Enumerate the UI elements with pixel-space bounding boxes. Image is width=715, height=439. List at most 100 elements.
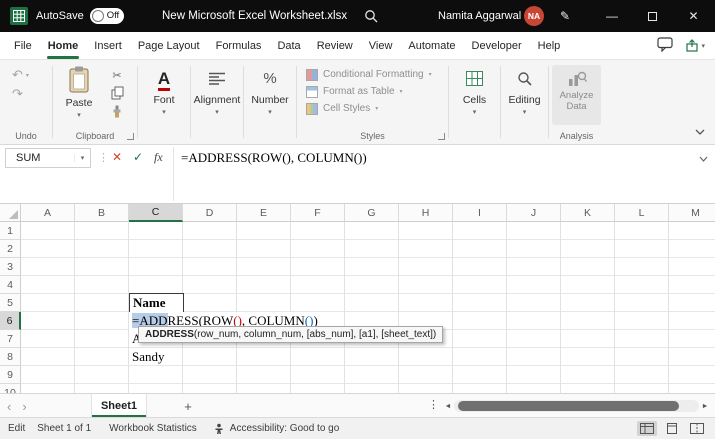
cancel-button[interactable]: ✕ — [112, 150, 122, 164]
analyze-data-button[interactable]: Analyze Data — [552, 65, 601, 125]
tab-data[interactable]: Data — [269, 32, 308, 59]
minimize-button[interactable]: — — [592, 0, 632, 32]
column-header-i[interactable]: I — [453, 204, 507, 222]
formula-input[interactable]: =ADDRESS(ROW(), COLUMN()) — [181, 150, 693, 166]
share-button[interactable]: ▾ — [685, 39, 705, 52]
clipboard-dialog-launcher[interactable] — [127, 133, 134, 140]
sheet-count-label: Sheet 1 of 1 — [37, 423, 91, 434]
autosave-toggle[interactable]: Off — [90, 8, 124, 24]
avatar[interactable]: NA — [524, 0, 544, 32]
row-header-9[interactable]: 9 — [0, 366, 21, 384]
font-icon: A — [158, 69, 170, 89]
copy-button[interactable] — [107, 85, 127, 101]
row-header-2[interactable]: 2 — [0, 240, 21, 258]
scrollbar-thumb[interactable] — [458, 401, 679, 411]
tab-developer[interactable]: Developer — [464, 32, 530, 59]
row-header-8[interactable]: 8 — [0, 348, 21, 366]
row-header-10[interactable]: 10 — [0, 384, 21, 393]
workbook-statistics-button[interactable]: Workbook Statistics — [109, 423, 197, 434]
page-layout-view-button[interactable] — [662, 421, 682, 436]
styles-item-format-as-table[interactable]: Format as Table▾ — [306, 84, 403, 99]
scroll-right-arrow[interactable]: ► — [699, 403, 711, 410]
font-button[interactable]: A Font ▾ — [138, 65, 190, 116]
add-sheet-button[interactable]: + — [180, 398, 196, 414]
enter-button[interactable]: ✓ — [133, 150, 143, 164]
maximize-button[interactable] — [632, 0, 672, 32]
row-header-3[interactable]: 3 — [0, 258, 21, 276]
sheet-tab-sheet1[interactable]: Sheet1 — [91, 394, 147, 417]
row-header-5[interactable]: 5 — [0, 294, 21, 312]
normal-view-button[interactable] — [637, 421, 657, 436]
cell-c5[interactable]: Name — [129, 293, 184, 313]
styles-item-conditional-formatting[interactable]: Conditional Formatting▾ — [306, 67, 432, 82]
row-header-1[interactable]: 1 — [0, 222, 21, 240]
paste-button[interactable]: Paste ▾ — [57, 64, 101, 136]
styles-item-cell-styles[interactable]: Cell Styles▾ — [306, 101, 378, 116]
cell-mode-indicator: Edit — [8, 423, 25, 434]
tab-insert[interactable]: Insert — [86, 32, 130, 59]
alignment-button[interactable]: Alignment ▾ — [191, 65, 243, 116]
editing-button[interactable]: Editing ▾ — [501, 65, 548, 116]
column-header-k[interactable]: K — [561, 204, 615, 222]
collapse-ribbon-button[interactable] — [695, 126, 705, 138]
styles-dialog-launcher[interactable] — [438, 133, 445, 140]
cells-button[interactable]: Cells ▾ — [449, 65, 500, 116]
document-title[interactable]: New Microsoft Excel Worksheet.xlsx — [162, 0, 347, 32]
previous-sheet-button[interactable]: ‹ — [7, 399, 11, 414]
column-header-l[interactable]: L — [615, 204, 669, 222]
share-icon — [685, 39, 699, 52]
column-header-c[interactable]: C — [129, 204, 183, 222]
scroll-left-arrow[interactable]: ◄ — [442, 403, 454, 410]
formula-bar: SUM ▾ ⋮ ✕ ✓ fx =ADDRESS(ROW(), COLUMN()) — [0, 145, 715, 204]
cell-c8[interactable]: Sandy — [132, 348, 165, 366]
select-all-button[interactable] — [0, 204, 21, 222]
pen-icon[interactable]: ✎ — [560, 0, 570, 32]
tab-review[interactable]: Review — [309, 32, 361, 59]
insert-function-button[interactable]: fx — [154, 150, 163, 165]
more-options-icon[interactable]: ⋮ — [428, 398, 439, 411]
column-header-h[interactable]: H — [399, 204, 453, 222]
tab-file[interactable]: File — [6, 32, 40, 59]
page-break-preview-button[interactable] — [687, 421, 707, 436]
tab-home[interactable]: Home — [40, 32, 87, 59]
scissors-icon: ✂ — [112, 69, 121, 82]
scrollbar-track[interactable] — [454, 400, 699, 412]
tab-page-layout[interactable]: Page Layout — [130, 32, 208, 59]
column-header-d[interactable]: D — [183, 204, 237, 222]
row-header-6[interactable]: 6 — [0, 312, 21, 330]
row-header-4[interactable]: 4 — [0, 276, 21, 294]
column-header-g[interactable]: G — [345, 204, 399, 222]
column-header-e[interactable]: E — [237, 204, 291, 222]
user-name[interactable]: Namita Aggarwal — [438, 0, 521, 32]
format-painter-button[interactable] — [107, 103, 127, 119]
number-button[interactable]: % Number ▾ — [244, 65, 296, 116]
accessibility-status-label[interactable]: Accessibility: Good to go — [230, 423, 340, 434]
undo-button[interactable]: ↶ ▾ — [12, 67, 29, 83]
tab-help[interactable]: Help — [530, 32, 569, 59]
autosave-control[interactable]: AutoSave Off — [36, 0, 124, 32]
redo-button[interactable]: ↷ — [12, 86, 23, 102]
name-box[interactable]: SUM ▾ — [5, 148, 91, 168]
horizontal-scrollbar[interactable]: ◄ ► — [442, 399, 711, 413]
row-header-7[interactable]: 7 — [0, 330, 21, 348]
sheet-tab-bar: ‹ › Sheet1 + ⋮ ◄ ► — [0, 393, 715, 417]
drag-handle-icon[interactable]: ⋮ — [98, 151, 109, 164]
tab-formulas[interactable]: Formulas — [208, 32, 270, 59]
column-header-f[interactable]: F — [291, 204, 345, 222]
search-button[interactable] — [364, 0, 379, 32]
column-header-m[interactable]: M — [669, 204, 715, 222]
comments-button[interactable] — [657, 37, 673, 55]
column-header-b[interactable]: B — [75, 204, 129, 222]
column-header-a[interactable]: A — [21, 204, 75, 222]
grid-cells-area[interactable] — [21, 222, 715, 393]
magnifier-pencil-icon — [517, 71, 533, 87]
column-header-j[interactable]: J — [507, 204, 561, 222]
comment-icon — [657, 37, 673, 52]
expand-formula-bar-button[interactable] — [699, 153, 708, 165]
accessibility-button[interactable] — [213, 423, 225, 435]
tab-automate[interactable]: Automate — [400, 32, 463, 59]
tab-view[interactable]: View — [361, 32, 401, 59]
next-sheet-button[interactable]: › — [22, 399, 26, 414]
cut-button[interactable]: ✂ — [107, 67, 127, 83]
close-button[interactable]: ✕ — [672, 0, 715, 32]
